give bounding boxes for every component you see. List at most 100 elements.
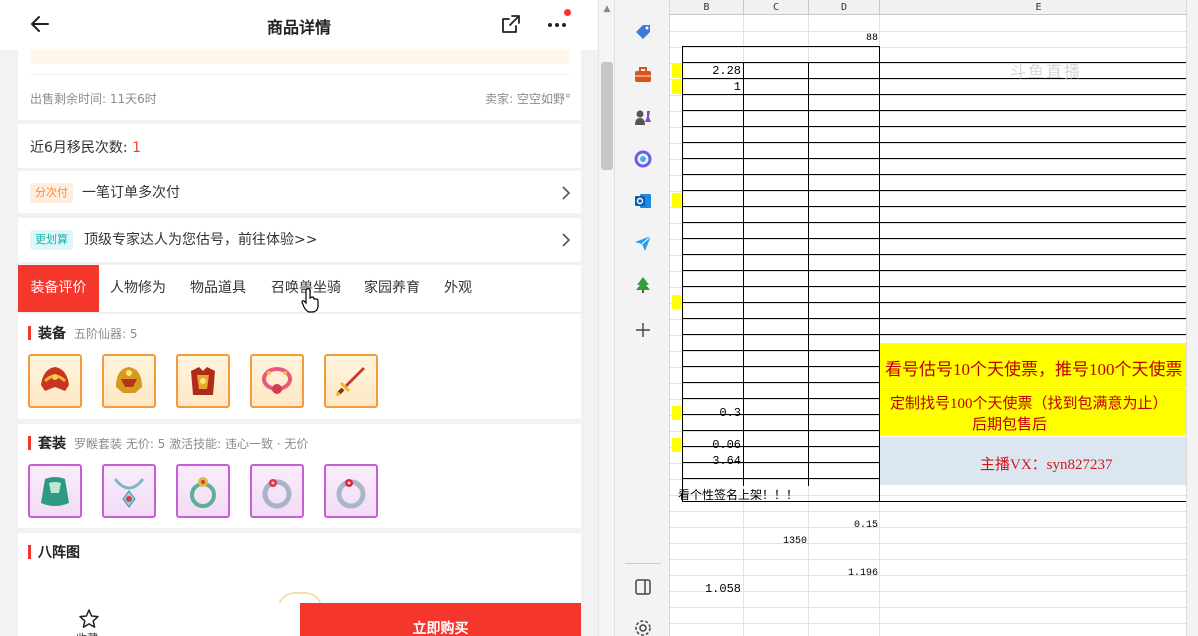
grid-row-line	[670, 31, 1198, 32]
sword-icon[interactable]	[324, 354, 378, 408]
column-header-d[interactable]: D	[809, 0, 880, 15]
buy-now-button[interactable]: 立即购买	[300, 603, 581, 636]
tree-icon[interactable]	[633, 275, 653, 295]
grid-row-line	[670, 575, 1198, 576]
helmet-icon[interactable]	[28, 354, 82, 408]
tab-character[interactable]: 人物修为	[104, 265, 172, 312]
ring-icon[interactable]	[250, 464, 304, 518]
grid-row-line	[670, 79, 1198, 80]
table-row-line	[682, 366, 880, 367]
grid-row-line	[670, 527, 1198, 528]
detail-tabs: 装备评价 人物修为 物品道具 召唤兽坐骑 家园养育 外观	[18, 265, 581, 313]
scroll-up-icon[interactable]: ▲	[602, 4, 612, 14]
highlight-marker	[672, 64, 681, 78]
column-header-b[interactable]: B	[670, 0, 744, 15]
scrollbar-thumb[interactable]	[601, 62, 613, 170]
necklace-icon[interactable]	[250, 354, 304, 408]
ring-icon[interactable]	[324, 464, 378, 518]
sheet-scrollbar[interactable]	[1186, 0, 1198, 636]
set-section: 套装 罗睺套装 无价: 5 激活技能: 违心一致 · 无价	[18, 424, 581, 528]
installment-row[interactable]: 分次付 一笔订单多次付	[18, 171, 581, 213]
chess-icon[interactable]	[633, 107, 653, 127]
table-row-line	[682, 94, 1198, 95]
table-border	[682, 46, 683, 502]
migration-label: 近6月移民次数: 1	[30, 137, 141, 157]
cell-value[interactable]: 1	[684, 80, 741, 94]
ring-icon[interactable]	[176, 464, 230, 518]
grid-row-line	[670, 559, 1198, 560]
cell-value[interactable]: 0.3	[684, 406, 741, 420]
amulet-icon[interactable]	[102, 464, 156, 518]
grid-row-line	[670, 335, 1198, 336]
tab-home[interactable]: 家园养育	[358, 265, 426, 312]
send-icon[interactable]	[633, 233, 653, 253]
gear-icon[interactable]	[633, 618, 653, 636]
grid-row-line	[670, 191, 1198, 192]
column-header-e[interactable]: E	[880, 0, 1198, 15]
grid-row-line	[670, 127, 1198, 128]
table-row-line	[682, 78, 1198, 79]
cell-value[interactable]: 3.64	[684, 454, 741, 468]
favorite-label[interactable]: 收藏	[76, 630, 98, 636]
tab-items[interactable]: 物品道具	[184, 265, 252, 312]
cell-value[interactable]: 0.15	[820, 520, 878, 531]
bazhen-header: 八阵图	[28, 544, 80, 561]
table-border	[682, 62, 1198, 63]
table-row-line	[682, 238, 1198, 239]
outlook-icon[interactable]	[633, 191, 653, 211]
table-row-line	[682, 158, 1198, 159]
table-row-line	[682, 254, 1198, 255]
set-header: 套装 罗睺套装 无价: 5 激活技能: 违心一致 · 无价	[28, 435, 309, 452]
banner-pricing[interactable]: 看号估号10个天使票，推号100个天使票	[880, 343, 1198, 387]
banner-contact[interactable]: 主播VX：syn827237	[880, 437, 1198, 485]
migration-count: 1	[132, 140, 141, 156]
highlight-marker	[672, 406, 681, 420]
table-row-line	[682, 110, 1198, 111]
tab-equipment[interactable]: 装备评价	[18, 265, 99, 312]
table-row-line	[682, 286, 1198, 287]
helmet-icon[interactable]	[102, 354, 156, 408]
grid-row-line	[670, 47, 1198, 48]
cell-value[interactable]: 88	[820, 33, 878, 44]
chevron-right-icon	[562, 233, 571, 247]
appraisal-row[interactable]: 更划算 顶级专家达人为您估号，前往体验>>	[18, 218, 581, 262]
cell-value[interactable]: 1.058	[684, 582, 741, 596]
table-row-line	[682, 430, 880, 431]
grid-row-line	[670, 287, 1198, 288]
share-icon[interactable]	[500, 13, 522, 35]
set-subtitle: 罗睺套装 无价: 5 激活技能: 违心一致 · 无价	[74, 436, 309, 451]
cell-value[interactable]: 0.06	[684, 438, 741, 452]
seller-name[interactable]: 卖家: 空空如野°	[485, 90, 571, 107]
notification-dot	[564, 9, 571, 16]
grid-row-line	[670, 607, 1198, 608]
column-header-c[interactable]: C	[744, 0, 809, 15]
mobile-app-panel: 商品详情 出售剩余时间: 11天6时 卖家: 空空如野° 近6月移民次数: 1 …	[0, 0, 598, 636]
cloak-icon[interactable]	[28, 464, 82, 518]
grid-row-line	[670, 95, 1198, 96]
notice-text[interactable]: 看个性签名上架！！！	[678, 486, 878, 503]
toolbox-icon[interactable]	[633, 65, 653, 85]
grid-row-line	[670, 255, 1198, 256]
table-row-line	[682, 302, 1198, 303]
highlight-marker	[672, 193, 681, 207]
equipment-section: 装备 五阶仙器: 5	[18, 314, 581, 419]
banner-pricing-text: 看号估号10个天使票，推号100个天使票	[885, 360, 1183, 379]
split-view-icon[interactable]	[633, 577, 653, 597]
mobile-scrollbar[interactable]: ▲	[598, 0, 614, 636]
cell-value[interactable]: 2.28	[684, 64, 741, 78]
watermark-logo: 斗鱼直播	[1010, 62, 1083, 81]
armor-icon[interactable]	[176, 354, 230, 408]
table-row-line	[682, 318, 1198, 319]
grid-row-line	[670, 207, 1198, 208]
grid-row-line	[670, 239, 1198, 240]
copilot-icon[interactable]	[633, 149, 653, 169]
cell-value[interactable]: 1350	[750, 536, 807, 547]
tag-icon[interactable]	[633, 22, 653, 42]
banner-custom[interactable]: 定制找号100个天使票（找到包满意为止） 后期包售后	[880, 388, 1198, 436]
cell-value[interactable]: 1.196	[820, 568, 878, 579]
star-icon[interactable]	[78, 608, 100, 630]
add-icon[interactable]	[633, 320, 653, 340]
section-marker	[28, 436, 31, 450]
highlight-marker	[672, 80, 681, 94]
tab-appearance[interactable]: 外观	[438, 265, 478, 312]
